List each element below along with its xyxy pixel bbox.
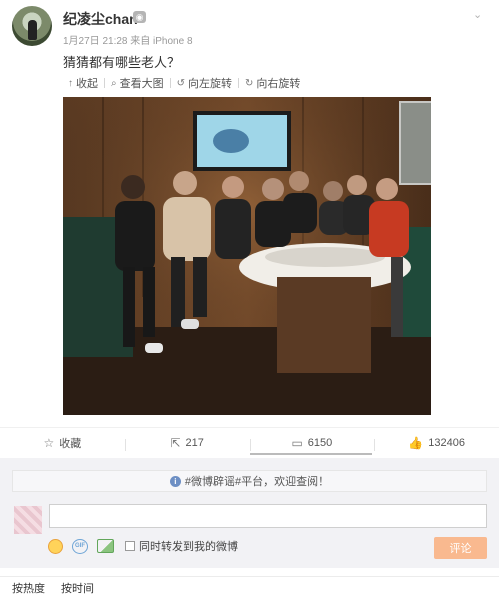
view-large-label: 查看大图 <box>119 78 164 90</box>
comment-icon: ▭ <box>291 435 303 450</box>
my-avatar[interactable] <box>14 506 42 534</box>
zoom-icon: ⌕ <box>111 77 117 89</box>
comment-input[interactable] <box>49 504 487 528</box>
picture-icon[interactable] <box>97 539 114 553</box>
like-button[interactable]: 👍 132406 <box>374 435 499 451</box>
group-photo-image <box>63 97 431 415</box>
rotate-left-button[interactable]: ↺ 向左旋转 <box>171 73 238 93</box>
rotate-right-label: 向右旋转 <box>256 78 301 90</box>
rotate-left-label: 向左旋转 <box>188 78 232 90</box>
rotate-right-button[interactable]: ↻ 向右旋转 <box>239 73 306 93</box>
post-meta: 1月27日 21:28 来自 iPhone 8 <box>63 36 193 47</box>
post-text: 猜猜都有哪些老人？ <box>63 55 181 70</box>
comment-sort: 按热度 按时间 <box>0 576 499 598</box>
repost-checkbox[interactable]: 同时转发到我的微博 <box>125 538 238 554</box>
info-icon: i <box>169 475 181 487</box>
favorite-label: 收藏 <box>59 437 82 450</box>
comment-tools: GIF 同时转发到我的微博 <box>48 538 238 554</box>
collapse-label: 收起 <box>76 78 98 90</box>
active-tab-indicator <box>250 453 372 455</box>
username[interactable]: 纪凌尘chan <box>63 9 138 29</box>
favorite-button[interactable]: ☆ 收藏 <box>0 435 125 451</box>
rotate-left-icon: ↺ <box>176 77 185 89</box>
post-photo[interactable] <box>63 97 431 415</box>
comment-area: i #微博辟谣#平台，欢迎查阅！ GIF 同时转发到我的微博 评论 <box>0 458 499 568</box>
sort-by-hot[interactable]: 按热度 <box>12 580 45 596</box>
avatar[interactable] <box>12 6 52 46</box>
comment-count: 6150 <box>307 436 333 449</box>
notice-text: #微博辟谣#平台，欢迎查阅！ <box>184 476 330 488</box>
view-large-button[interactable]: ⌕ 查看大图 <box>105 73 170 93</box>
submit-comment-button[interactable]: 评论 <box>434 537 487 559</box>
sort-by-time[interactable]: 按时间 <box>61 580 94 596</box>
comment-button[interactable]: ▭ 6150 <box>249 435 375 451</box>
checkbox[interactable] <box>125 541 135 551</box>
emoji-icon[interactable] <box>48 538 63 554</box>
vip-badge-icon: ◉ <box>133 11 146 23</box>
repost-icon: ⇱ <box>170 435 181 450</box>
rumor-notice-bar[interactable]: i #微博辟谣#平台，欢迎查阅！ <box>12 470 487 492</box>
rotate-right-icon: ↻ <box>245 77 254 89</box>
image-toolbar: ↑ 收起 ⌕ 查看大图 ↺ 向左旋转 ↻ 向右旋转 <box>62 73 429 93</box>
repost-button[interactable]: ⇱ 217 <box>124 435 250 451</box>
repost-count: 217 <box>185 436 204 449</box>
collapse-icon: ↑ <box>68 77 73 89</box>
repost-checkbox-label: 同时转发到我的微博 <box>139 541 238 553</box>
like-icon: 👍 <box>408 435 424 450</box>
like-count: 132406 <box>428 436 465 449</box>
star-icon: ☆ <box>43 435 55 450</box>
collapse-button[interactable]: ↑ 收起 <box>62 73 104 93</box>
gif-icon[interactable]: GIF <box>72 538 88 554</box>
chevron-down-icon[interactable]: ⌄ <box>473 8 483 21</box>
